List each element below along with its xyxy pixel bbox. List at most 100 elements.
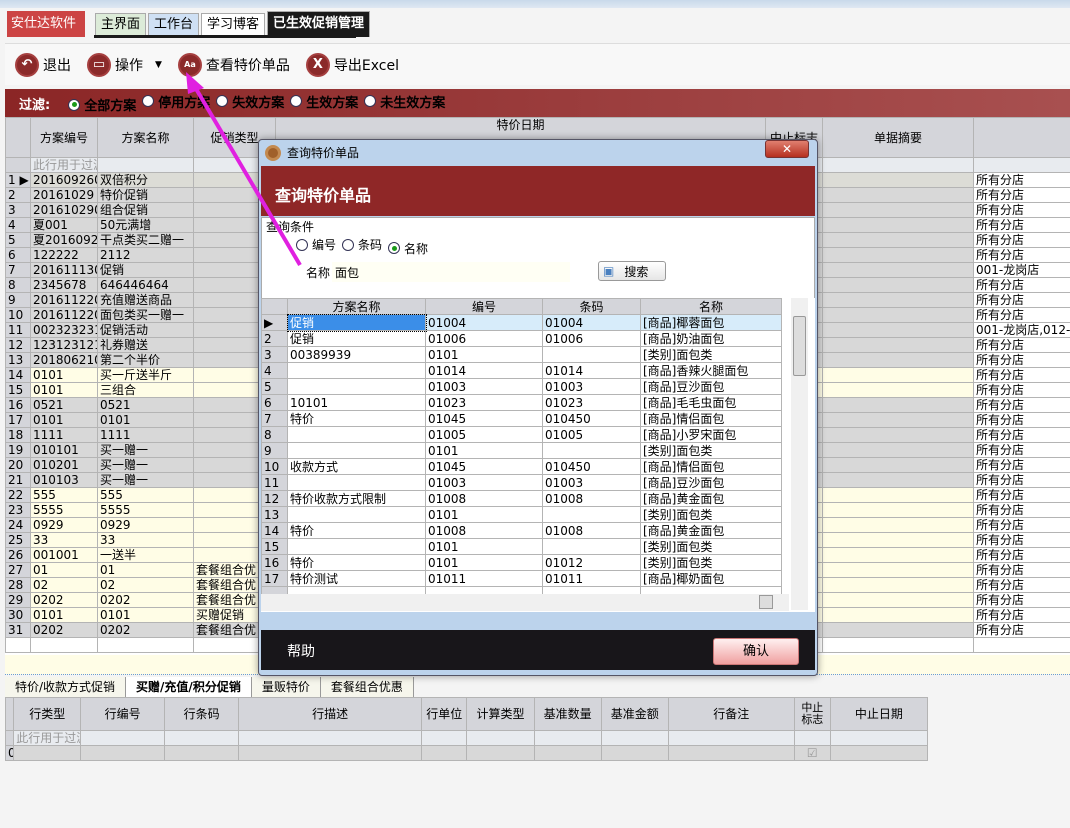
detail-col-header[interactable]: 行单位 xyxy=(421,697,468,731)
cell: 20161113000 xyxy=(30,262,98,278)
search-button[interactable]: ▣ 搜索 xyxy=(598,261,666,281)
cell: 夏001 xyxy=(30,217,98,233)
filter-cell[interactable]: 此行用于过滤 xyxy=(13,730,82,746)
dialog-col-header[interactable]: 条码 xyxy=(542,298,641,315)
detail-col-header[interactable]: 行条码 xyxy=(163,697,240,731)
filter-cell[interactable] xyxy=(163,730,240,746)
detail-col-header[interactable]: 基准金额 xyxy=(600,697,669,731)
detail-tab[interactable]: 量贩特价 xyxy=(251,677,321,697)
filter-cell[interactable] xyxy=(793,730,831,746)
close-button[interactable]: ✕ xyxy=(765,140,809,158)
exit-button[interactable]: ↶ 退出 xyxy=(15,52,71,77)
table-row[interactable]: 5 01003 01003 [商品]豆沙面包 xyxy=(261,378,782,395)
detail-col-header[interactable]: 行备注 xyxy=(667,697,795,731)
filter-cell[interactable] xyxy=(421,730,468,746)
col-stores[interactable] xyxy=(973,117,1070,158)
filter-option[interactable]: 全部方案 xyxy=(68,95,136,114)
table-row[interactable]: 13 0101 [类别]面包类 xyxy=(261,506,782,523)
detail-col-header[interactable]: 中止日期 xyxy=(829,697,929,731)
filter-option[interactable]: 生效方案 xyxy=(290,92,358,111)
cell xyxy=(822,622,974,638)
detail-col-header[interactable]: 计算类型 xyxy=(466,697,535,731)
table-row[interactable]: 16 特价 0101 01012 [类别]面包类 xyxy=(261,554,782,571)
table-row[interactable]: 9 0101 [类别]面包类 xyxy=(261,442,782,459)
dialog-titlebar: 查询特价单品 xyxy=(265,144,359,161)
cell: [商品]奶油面包 xyxy=(640,330,782,347)
table-row[interactable]: ▶ 促销 01004 01004 [商品]椰蓉面包 xyxy=(261,313,782,332)
filter-cell[interactable] xyxy=(238,730,423,746)
filter-cell[interactable] xyxy=(533,730,602,746)
cell: [商品]情侣面包 xyxy=(640,458,782,475)
table-row[interactable]: 10 收款方式 01045 010450 [商品]情侣面包 xyxy=(261,458,782,475)
table-row[interactable]: 12 特价收款方式限制 01008 01008 [商品]黄金面包 xyxy=(261,490,782,507)
filter-cell[interactable] xyxy=(822,157,974,173)
table-row[interactable]: 14 特价 01008 01008 [商品]黄金面包 xyxy=(261,522,782,539)
cell: [商品]黄金面包 xyxy=(640,490,782,507)
detail-col-header[interactable]: 基准数量 xyxy=(533,697,602,731)
brand-menu-button[interactable]: 安仕达软件 ▾ xyxy=(7,11,85,57)
table-row[interactable]: 6 10101 01023 01023 [商品]毛毛虫面包 xyxy=(261,394,782,411)
tab-blog[interactable]: 学习博客 xyxy=(201,13,266,37)
cell-stores: 所有分店 xyxy=(973,577,1070,593)
chevron-down-icon[interactable]: ▼ xyxy=(155,60,162,70)
tab-home[interactable]: 主界面 xyxy=(95,13,147,37)
search-by-option[interactable]: 条码 xyxy=(342,236,382,253)
radio-icon xyxy=(216,95,229,108)
detail-col-header[interactable]: 中止标志 xyxy=(793,697,831,731)
export-excel-button[interactable]: X 导出Excel xyxy=(305,52,399,77)
dialog-col-header[interactable]: 方案名称 xyxy=(287,298,426,315)
cell: 0202 xyxy=(97,592,194,608)
col-plan-name[interactable]: 方案名称 xyxy=(97,117,194,158)
table-row[interactable]: 7 特价 01045 010450 [商品]情侣面包 xyxy=(261,410,782,427)
view-items-button[interactable]: Aa 查看特价单品 xyxy=(177,52,290,77)
row-header: 1 ▶ xyxy=(5,172,31,188)
dialog-col-header[interactable]: 编号 xyxy=(425,298,543,315)
search-label: 搜索 xyxy=(624,264,649,279)
filter-cell[interactable] xyxy=(80,730,165,746)
detail-col-header[interactable]: 行描述 xyxy=(238,697,423,731)
table-row[interactable]: 11 01003 01003 [商品]豆沙面包 xyxy=(261,474,782,491)
detail-col-header[interactable]: 行编号 xyxy=(80,697,165,731)
col-plan-code[interactable]: 方案编号 xyxy=(30,117,98,158)
confirm-button[interactable]: 确认 xyxy=(713,638,799,665)
detail-col-header[interactable]: 行类型 xyxy=(13,697,82,731)
table-row[interactable]: 8 01005 01005 [商品]小罗宋面包 xyxy=(261,426,782,443)
name-input[interactable]: 面包 xyxy=(332,262,570,282)
horizontal-scrollbar[interactable] xyxy=(261,594,789,611)
scroll-thumb[interactable] xyxy=(793,316,806,376)
detail-tab[interactable]: 特价/收款方式促销 xyxy=(5,677,127,697)
filter-cell[interactable] xyxy=(97,157,194,173)
cell: 01004 xyxy=(425,314,543,331)
tab-promotion-management[interactable]: 已生效促销管理 xyxy=(267,11,371,37)
table-row[interactable]: 2 促销 01006 01006 [商品]奶油面包 xyxy=(261,330,782,347)
table-row[interactable]: 17 特价测试 01011 01011 [商品]椰奶面包 xyxy=(261,570,782,587)
col-summary[interactable]: 单据摘要 xyxy=(822,117,974,158)
filter-cell[interactable] xyxy=(829,730,929,746)
cell xyxy=(822,322,974,338)
filter-option[interactable]: 未生效方案 xyxy=(364,92,445,111)
detail-tab[interactable]: 买赠/充值/积分促销 xyxy=(126,677,252,697)
cell: [商品]豆沙面包 xyxy=(640,474,782,491)
help-link[interactable]: 帮助 xyxy=(287,641,315,661)
filter-cell[interactable] xyxy=(667,730,795,746)
vertical-scrollbar[interactable] xyxy=(791,298,808,610)
hscroll-thumb[interactable] xyxy=(759,595,773,609)
table-row[interactable]: 4 01014 01014 [商品]香辣火腿面包 xyxy=(261,362,782,379)
table-row[interactable]: 3 00389939 0101 [类别]面包类 xyxy=(261,346,782,363)
table-row[interactable]: 15 0101 [类别]面包类 xyxy=(261,538,782,555)
cell: 0929 xyxy=(97,517,194,533)
tab-workbench[interactable]: 工作台 xyxy=(148,13,200,37)
filter-option[interactable]: 失效方案 xyxy=(216,92,284,111)
row-header: 21 xyxy=(5,472,31,488)
detail-tab[interactable]: 套餐组合优惠 xyxy=(320,677,414,697)
search-by-option[interactable]: 编号 xyxy=(296,236,336,253)
stop-flag-checkbox[interactable]: ☑ xyxy=(793,745,831,761)
filter-cell[interactable] xyxy=(600,730,669,746)
filter-cell[interactable] xyxy=(466,730,535,746)
filter-cell[interactable]: 此行用于过滤 xyxy=(30,157,98,173)
filter-cell[interactable] xyxy=(973,157,1070,173)
filter-option[interactable]: 停用方案 xyxy=(142,92,210,111)
search-by-option[interactable]: 名称 xyxy=(388,240,428,257)
dialog-col-header[interactable]: 名称 xyxy=(640,298,782,315)
operate-button[interactable]: ▭ 操作 ▼ xyxy=(87,52,162,77)
